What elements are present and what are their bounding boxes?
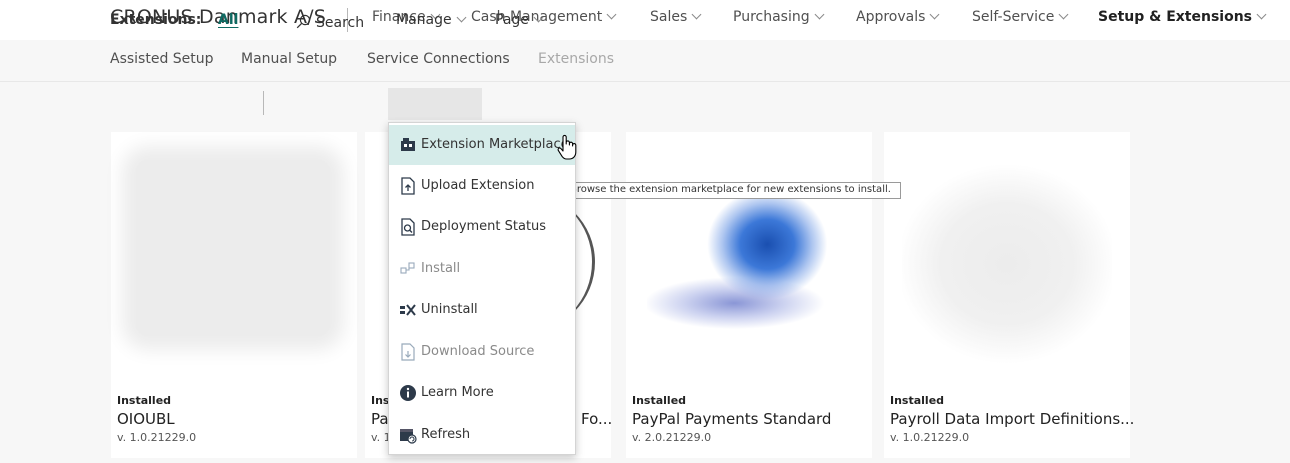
menu-item-learn-more[interactable]: Learn More (389, 373, 575, 413)
extension-name: PayPal Payments Standard (632, 410, 832, 428)
extension-card[interactable]: Installed Payroll Data Import Definition… (884, 132, 1134, 458)
install-icon (400, 262, 415, 274)
extension-name-tail: Fo... (581, 410, 613, 428)
info-icon (400, 385, 416, 401)
status-badge: Installed (890, 394, 945, 407)
manage-button-bg[interactable] (388, 88, 482, 120)
hand-cursor-icon (557, 134, 577, 160)
filter-all[interactable]: All (218, 12, 238, 28)
action-bar (0, 82, 1290, 124)
subnav-manual-setup[interactable]: Manual Setup (241, 51, 337, 67)
divider (263, 91, 264, 115)
menu-item-refresh[interactable]: Refresh (389, 415, 575, 455)
nav-approvals[interactable]: Approvals (856, 9, 940, 25)
uninstall-icon (400, 304, 416, 316)
chevron-down-icon (1058, 9, 1069, 20)
chevron-down-icon (1256, 9, 1267, 20)
extension-name: Payroll Data Import Definitions... (890, 410, 1135, 428)
manage-button[interactable]: Manage (396, 12, 467, 28)
search-icon (296, 14, 311, 29)
nav-self-service[interactable]: Self-Service (972, 9, 1069, 25)
nav-purchasing[interactable]: Purchasing (733, 9, 825, 25)
nav-setup-extensions[interactable]: Setup & Extensions (1098, 9, 1267, 25)
subnav-assisted-setup[interactable]: Assisted Setup (110, 51, 214, 67)
status-badge: Ins (371, 394, 390, 407)
menu-item-upload-extension[interactable]: Upload Extension (389, 166, 575, 206)
chevron-down-icon (456, 12, 467, 23)
manage-menu: Extension Marketplace Upload Extension D… (388, 122, 576, 455)
status-badge: Installed (632, 394, 687, 407)
tooltip: Browse the extension marketplace for new… (565, 182, 901, 199)
marketplace-icon (401, 138, 415, 151)
page-title: Extensions: (110, 12, 202, 28)
extension-version: v. 1.0.21229.0 (890, 431, 970, 444)
page-button[interactable]: Page (495, 12, 544, 28)
subnav-extensions[interactable]: Extensions (538, 51, 614, 67)
refresh-icon (400, 429, 417, 444)
chevron-down-icon (606, 9, 617, 20)
menu-item-uninstall[interactable]: Uninstall (389, 290, 575, 330)
chevron-down-icon (929, 9, 940, 20)
extension-name: OIOUBL (117, 410, 175, 428)
extension-version: v. 2.0.21229.0 (632, 431, 712, 444)
menu-item-download-source[interactable]: Download Source (389, 332, 575, 372)
chevron-down-icon (533, 12, 544, 23)
nav-sales[interactable]: Sales (650, 9, 702, 25)
extension-card[interactable]: Installed OIOUBL v. 1.0.21229.0 (111, 132, 357, 458)
extension-logo (136, 160, 330, 336)
download-source-icon (401, 343, 415, 361)
sub-navigation: Assisted Setup Manual Setup Service Conn… (0, 40, 1290, 82)
upload-icon (401, 177, 415, 195)
status-badge: Installed (117, 394, 172, 407)
extension-name: Pa (371, 410, 389, 428)
extension-card[interactable]: Installed PayPal Payments Standard v. 2.… (626, 132, 872, 458)
menu-item-install[interactable]: Install (389, 249, 575, 289)
extension-version: v. 1.0.21229.0 (117, 431, 197, 444)
menu-item-extension-marketplace[interactable]: Extension Marketplace (389, 125, 575, 165)
search-button[interactable]: Search (296, 12, 364, 31)
deployment-status-icon (401, 218, 415, 236)
chevron-down-icon (814, 9, 825, 20)
subnav-service-connections[interactable]: Service Connections (367, 51, 510, 67)
extension-logo (902, 164, 1112, 364)
menu-item-deployment-status[interactable]: Deployment Status (389, 207, 575, 247)
chevron-down-icon (691, 9, 702, 20)
